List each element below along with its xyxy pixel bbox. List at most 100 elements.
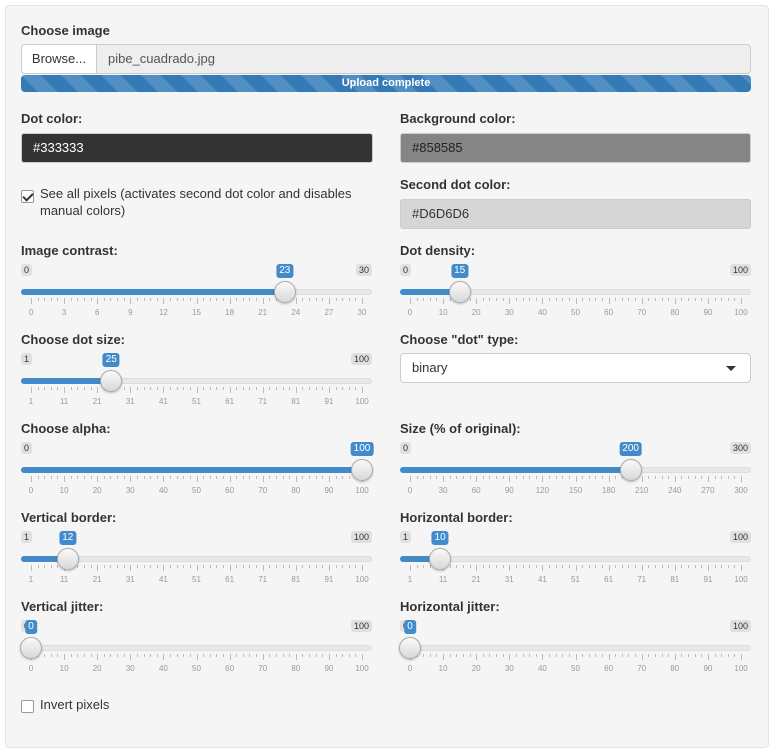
dot-density-slider[interactable]: 0 100 0 10 20 30 40 50 60 70 80 90 100 15: [400, 264, 751, 318]
slider-minor-tick: [90, 654, 92, 657]
slider-minor-tick: [482, 654, 484, 657]
slider-tick: [509, 654, 511, 660]
slider-tick: [262, 565, 264, 571]
slider-minor-tick: [734, 298, 736, 301]
slider-tick-label: 90: [324, 664, 334, 673]
slider-min-label: 0: [21, 442, 33, 454]
background-color-input[interactable]: #858585: [400, 133, 751, 163]
slider-minor-tick: [429, 476, 431, 479]
slider-minor-tick: [635, 298, 637, 301]
slider-tick: [707, 565, 709, 571]
horizontal-border-slider[interactable]: 1 100 1 11 21 31 41 51 61 71 81 91 100 10: [400, 531, 751, 585]
dot-color-input[interactable]: #333333: [21, 133, 373, 163]
slider-minor-tick: [37, 387, 39, 390]
slider-tick: [741, 565, 742, 571]
slider-min-label: 1: [21, 531, 33, 543]
slider-handle[interactable]: [448, 281, 471, 303]
horizontal-jitter-slider[interactable]: 010001020304050607080901000: [399, 620, 751, 674]
slider-minor-tick: [183, 565, 185, 568]
slider-tick: [64, 387, 66, 393]
slider-tick-label: 21: [471, 575, 481, 584]
slider-tick: [362, 387, 363, 393]
slider-tick: [64, 654, 66, 660]
slider-handle[interactable]: [351, 459, 373, 481]
slider-tick-label: 10: [59, 664, 69, 673]
slider-minor-tick: [562, 565, 564, 568]
see-all-pixels-label: See all pixels (activates second dot col…: [40, 186, 352, 218]
slider-minor-tick: [668, 654, 670, 657]
slider-minor-tick: [136, 298, 138, 301]
slider-tick: [509, 565, 511, 571]
slider-track[interactable]: [400, 645, 751, 651]
slider-handle[interactable]: [56, 548, 79, 570]
file-input[interactable]: Browse... pibe_cuadrado.jpg: [21, 44, 751, 74]
slider-minor-tick: [242, 387, 244, 390]
dot-type-label: Choose "dot" type:: [400, 332, 519, 347]
slider-minor-tick: [502, 654, 504, 657]
slider-minor-tick: [496, 476, 498, 479]
slider-minor-tick: [628, 654, 630, 657]
image-contrast-slider[interactable]: 0 30 0 3 6 9 12 15 18 21 24 27 30 23: [21, 264, 372, 318]
slider-minor-tick: [549, 654, 551, 657]
slider-tick: [97, 565, 99, 571]
second-dot-color-input[interactable]: #D6D6D6: [400, 199, 751, 229]
invert-pixels-checkbox[interactable]: [21, 700, 34, 713]
slider-track[interactable]: [400, 556, 751, 562]
slider-minor-tick: [555, 298, 557, 301]
slider-minor-tick: [209, 476, 211, 479]
slider-minor-tick: [535, 565, 537, 568]
slider-handle[interactable]: [273, 281, 296, 303]
slider-minor-tick: [57, 387, 59, 390]
slider-minor-tick: [275, 654, 277, 657]
slider-minor-tick: [555, 476, 557, 479]
slider-minor-tick: [721, 654, 723, 657]
slider-minor-tick: [236, 298, 238, 301]
slider-minor-tick: [469, 565, 471, 568]
slider-tick-label: 12: [158, 308, 168, 317]
slider-minor-tick: [123, 298, 125, 301]
slider-minor-tick: [309, 387, 311, 390]
slider-handle[interactable]: [100, 370, 123, 392]
slider-minor-tick: [183, 387, 185, 390]
vertical-jitter-slider[interactable]: 010001020304050607080901000: [20, 620, 372, 674]
slider-tick: [542, 476, 544, 482]
slider-tick: [410, 565, 411, 571]
slider-minor-tick: [110, 654, 112, 657]
vertical-border-slider[interactable]: 1 100 1 11 21 31 41 51 61 71 81 91 100 12: [21, 531, 372, 585]
dot-size-slider[interactable]: 1 100 1 11 21 31 41 51 61 71 81 91 100 25: [21, 353, 372, 407]
slider-minor-tick: [309, 476, 311, 479]
slider-tick-label: 11: [438, 575, 448, 584]
slider-tick: [64, 298, 66, 304]
slider-tick: [262, 654, 264, 660]
slider-tick: [97, 476, 99, 482]
dot-type-select[interactable]: binary: [400, 353, 751, 383]
slider-handle[interactable]: [429, 548, 452, 570]
size-percent-slider[interactable]: 0 300 0 30 60 90 120 150 180 210 240 270 300 200: [400, 442, 751, 496]
slider-minor-tick: [654, 565, 656, 568]
slider-tick: [163, 298, 165, 304]
slider-max-label: 300: [729, 442, 751, 454]
slider-minor-tick: [322, 654, 324, 657]
slider-handle[interactable]: [20, 637, 42, 659]
slider-track[interactable]: [21, 645, 372, 651]
slider-minor-tick: [203, 565, 205, 568]
slider-tick: [262, 476, 264, 482]
slider-minor-tick: [628, 298, 630, 301]
slider-handle[interactable]: [619, 459, 642, 481]
slider-minor-tick: [322, 476, 324, 479]
slider-minor-tick: [588, 654, 590, 657]
alpha-label: Choose alpha:: [21, 421, 111, 436]
slider-minor-tick: [216, 387, 218, 390]
browse-button[interactable]: Browse...: [21, 44, 97, 74]
slider-handle[interactable]: [399, 637, 421, 659]
slider-tick: [362, 298, 363, 304]
slider-minor-tick: [423, 298, 425, 301]
slider-tick: [641, 476, 643, 482]
slider-tick: [262, 387, 264, 393]
slider-minor-tick: [123, 387, 125, 390]
slider-min-label: 1: [400, 531, 412, 543]
see-all-pixels-checkbox[interactable]: [21, 190, 34, 203]
alpha-slider[interactable]: 01000102030405060708090100100: [21, 442, 374, 496]
slider-minor-tick: [256, 387, 258, 390]
slider-minor-tick: [615, 298, 617, 301]
